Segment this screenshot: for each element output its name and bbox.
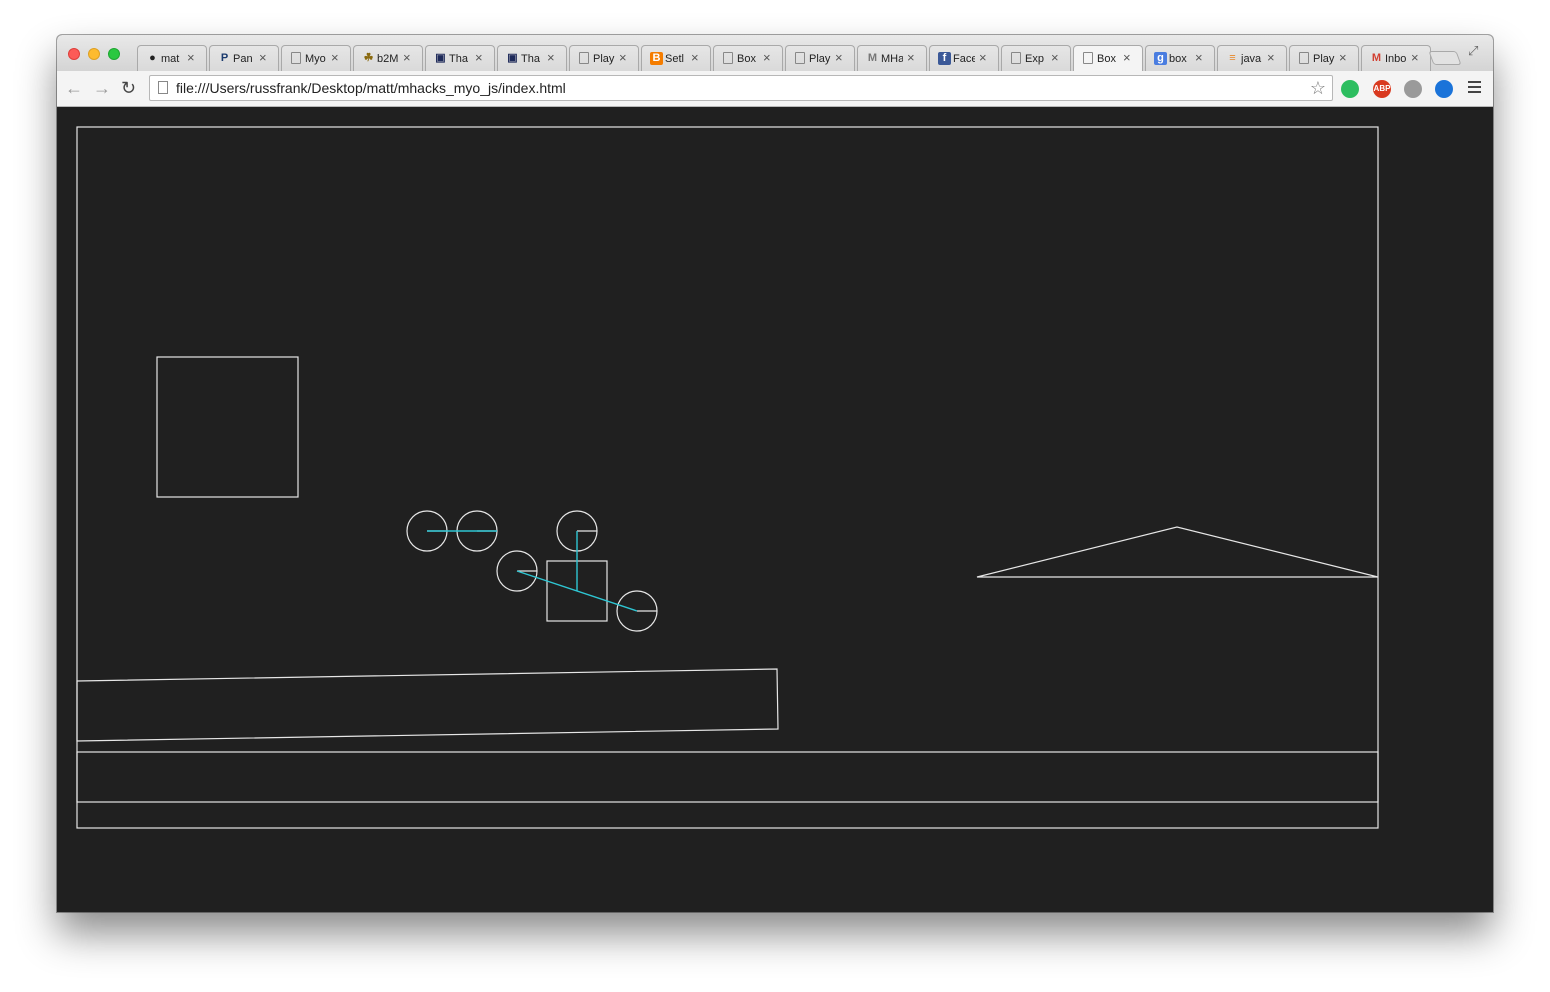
world-boundary: [76, 126, 1379, 829]
tab[interactable]: Myo ×: [281, 45, 351, 71]
reload-button[interactable]: ↻: [121, 77, 136, 99]
tab-close-icon[interactable]: ×: [475, 50, 483, 66]
tab-title: Play: [1313, 53, 1335, 65]
document-icon: [1011, 52, 1021, 64]
back-button[interactable]: ←: [65, 77, 83, 99]
tab-close-icon[interactable]: ×: [979, 50, 987, 66]
new-tab-button[interactable]: [1428, 51, 1462, 65]
tab[interactable]: g box ×: [1145, 45, 1215, 71]
tab[interactable]: ▣ Tha ×: [497, 45, 567, 71]
github-icon: ●: [149, 52, 156, 64]
tab-close-icon[interactable]: ×: [619, 50, 627, 66]
tab-close-icon[interactable]: ×: [907, 50, 915, 66]
tab-title: Exp: [1025, 53, 1044, 65]
b2m-icon: ☘: [363, 52, 374, 64]
tab-close-icon[interactable]: ×: [1051, 50, 1059, 66]
browser-window: ● mat × P Pan × Myo × ☘ b2M × ▣ Tha × ▣ Tha × Play × B Setl ×…: [57, 35, 1493, 912]
tab[interactable]: B Setl ×: [641, 45, 711, 71]
tab-close-icon[interactable]: ×: [547, 50, 555, 66]
tab-title: Face: [953, 53, 975, 65]
address-bar[interactable]: file:///Users/russfrank/Desktop/matt/mha…: [149, 75, 1333, 101]
tab-close-icon[interactable]: ×: [1123, 50, 1131, 66]
close-window-button[interactable]: [68, 48, 80, 60]
tab-close-icon[interactable]: ×: [1195, 50, 1203, 66]
tab[interactable]: Box ×: [1073, 45, 1143, 71]
tab-close-icon[interactable]: ×: [187, 50, 195, 66]
tab[interactable]: M MHa ×: [857, 45, 927, 71]
tab-close-icon[interactable]: ×: [691, 50, 699, 66]
tab[interactable]: Play ×: [569, 45, 639, 71]
tab-strip: ● mat × P Pan × Myo × ☘ b2M × ▣ Tha × ▣ Tha × Play × B Setl ×…: [57, 35, 1493, 71]
evernote-icon[interactable]: [1341, 80, 1359, 98]
document-icon: [291, 52, 301, 64]
tab[interactable]: Play ×: [1289, 45, 1359, 71]
forward-button[interactable]: →: [93, 77, 111, 99]
tab[interactable]: f Face ×: [929, 45, 999, 71]
document-icon: [1083, 52, 1093, 64]
pandora-icon: P: [220, 52, 229, 64]
minimize-window-button[interactable]: [88, 48, 100, 60]
tab[interactable]: ▣ Tha ×: [425, 45, 495, 71]
mhacks-icon: M: [867, 52, 878, 64]
tab-title: Tha: [449, 53, 468, 65]
tab-close-icon[interactable]: ×: [835, 50, 843, 66]
tab-close-icon[interactable]: ×: [331, 50, 339, 66]
shield-icon[interactable]: [1404, 80, 1422, 98]
menu-icon[interactable]: [1468, 81, 1481, 96]
tab[interactable]: ● mat ×: [137, 45, 207, 71]
tab[interactable]: M Inbo ×: [1361, 45, 1431, 71]
document-icon: [579, 52, 589, 64]
tab-close-icon[interactable]: ×: [1411, 50, 1419, 66]
tab-close-icon[interactable]: ×: [259, 50, 267, 66]
tab-title: Box: [1097, 53, 1116, 65]
stackoverflow-icon: ≡: [1229, 52, 1236, 64]
tab[interactable]: Box ×: [713, 45, 783, 71]
tab-close-icon[interactable]: ×: [763, 50, 771, 66]
tab[interactable]: ≡ java ×: [1217, 45, 1287, 71]
google-icon: g: [1154, 52, 1167, 65]
bookmark-star-icon[interactable]: ☆: [1310, 78, 1326, 98]
tab[interactable]: P Pan ×: [209, 45, 279, 71]
tab[interactable]: Play ×: [785, 45, 855, 71]
adblock-plus-icon[interactable]: ABP: [1373, 80, 1391, 98]
document-icon: [1299, 52, 1309, 64]
tab-title: Setl: [665, 53, 684, 65]
ghostery-icon[interactable]: [1435, 80, 1453, 98]
page-viewport: [57, 107, 1493, 912]
tab[interactable]: Exp ×: [1001, 45, 1071, 71]
tab-title: Box: [737, 53, 756, 65]
fullscreen-icon[interactable]: ⤢: [1468, 43, 1478, 59]
document-icon: [795, 52, 805, 64]
tab-close-icon[interactable]: ×: [403, 50, 411, 66]
tab-close-icon[interactable]: ×: [1339, 50, 1347, 66]
triangle-body: [976, 526, 1379, 578]
tab-title: Myo: [305, 53, 326, 65]
tab-title: Play: [809, 53, 831, 65]
page-icon: [158, 81, 168, 94]
tab-title: Play: [593, 53, 615, 65]
tab-title: box: [1169, 53, 1187, 65]
tab-title: b2M: [377, 53, 399, 65]
document-icon: [723, 52, 733, 64]
physics-canvas[interactable]: [57, 107, 1493, 912]
tab-title: mat: [161, 53, 180, 65]
tab-title: Tha: [521, 53, 540, 65]
tab-close-icon[interactable]: ×: [1267, 50, 1275, 66]
tab[interactable]: ☘ b2M ×: [353, 45, 423, 71]
square-body: [156, 356, 299, 498]
tab-title: java: [1241, 53, 1262, 65]
tab-title: Inbo: [1385, 53, 1407, 65]
facebook-icon: f: [938, 52, 951, 65]
monitor-icon: ▣: [507, 52, 518, 64]
toolbar: ← → ↻ file:///Users/russfrank/Desktop/ma…: [57, 71, 1493, 107]
ground-body: [76, 751, 1379, 803]
gmail-icon: M: [1371, 52, 1382, 64]
tab-title: Pan: [233, 53, 253, 65]
zoom-window-button[interactable]: [108, 48, 120, 60]
url-text[interactable]: file:///Users/russfrank/Desktop/matt/mha…: [176, 80, 566, 97]
blogger-icon: B: [650, 52, 663, 65]
plank-body: [76, 668, 779, 742]
tab-title: MHa: [881, 53, 903, 65]
monitor-icon: ▣: [435, 52, 446, 64]
